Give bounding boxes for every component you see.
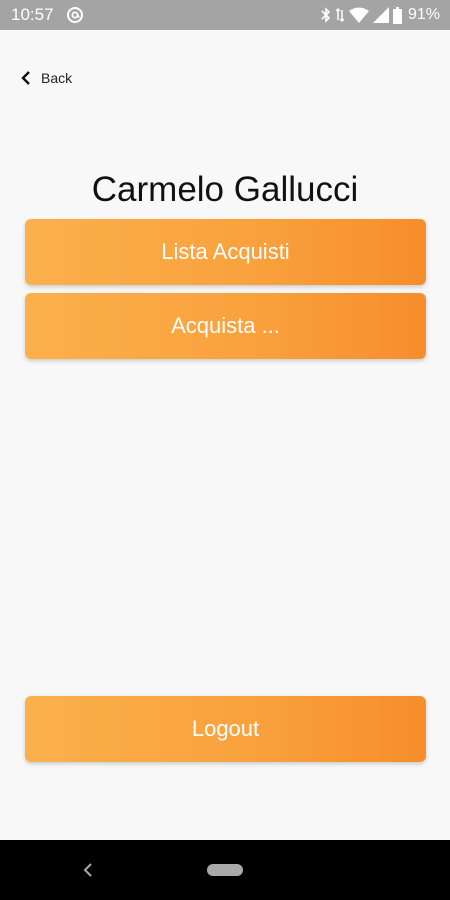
acquista-button[interactable]: Acquista ... (25, 293, 426, 359)
battery-percent: 91% (407, 6, 440, 23)
lista-acquisti-button[interactable]: Lista Acquisti (25, 219, 426, 285)
chevron-left-icon (21, 71, 30, 85)
status-time: 10:57 (11, 5, 54, 24)
data-arrows-icon (335, 7, 345, 23)
back-triangle-icon[interactable] (80, 861, 96, 879)
home-pill-icon[interactable] (207, 864, 243, 876)
battery-icon (392, 6, 402, 24)
wifi-icon (348, 7, 369, 23)
status-icons: 91% (321, 5, 440, 25)
at-sign-icon (67, 7, 83, 23)
signal-icon (372, 7, 389, 23)
back-label: Back (41, 70, 73, 86)
logout-button[interactable]: Logout (25, 696, 426, 762)
status-bar: 10:57 91% (0, 0, 450, 30)
user-name: Carmelo Gallucci (91, 170, 359, 209)
navigation-bar (0, 840, 450, 900)
bluetooth-icon (321, 7, 331, 23)
back-button[interactable]: Back (21, 67, 72, 89)
